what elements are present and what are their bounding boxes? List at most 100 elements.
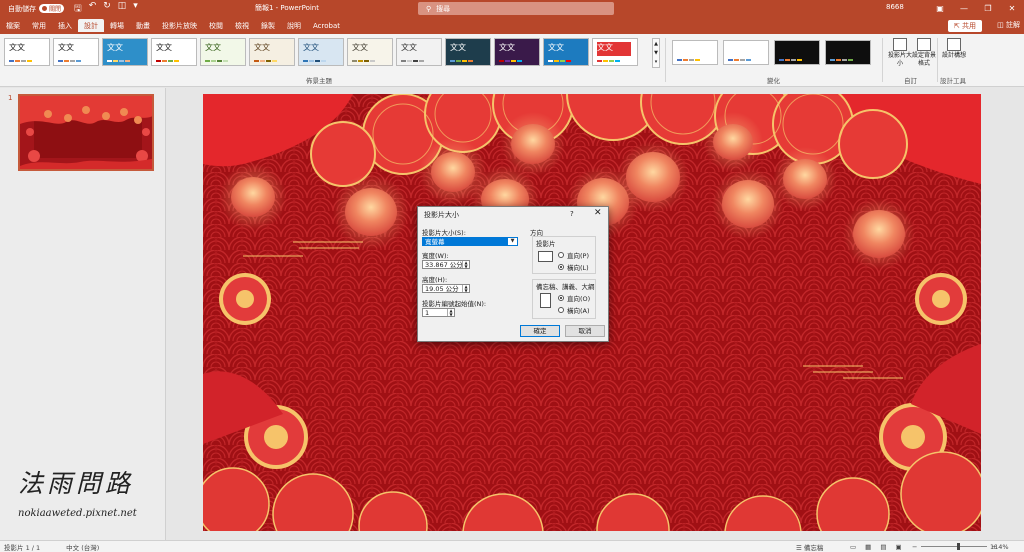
notes-button[interactable]: ☰ 備忘稿	[796, 542, 823, 552]
theme-thumbnail[interactable]: 文文	[494, 38, 540, 66]
cancel-button[interactable]: 取消	[565, 325, 605, 337]
tab-2[interactable]: 插入	[52, 19, 78, 34]
ok-button[interactable]: 確定	[520, 325, 560, 337]
share-button[interactable]: ⇱ 共用	[947, 20, 982, 32]
present-icon[interactable]: ◫	[118, 1, 127, 17]
ribbon-tabs: 檔案 常用 插入 設計 轉場 動畫 投影片放映 校閱 檢視 錄製 說明 Acrobat	[0, 17, 1024, 34]
variant-thumbnail[interactable]	[672, 40, 718, 65]
tab-1[interactable]: 常用	[26, 19, 52, 34]
theme-thumbnail[interactable]: 文文	[4, 38, 50, 66]
slide-thumbnail[interactable]	[18, 94, 154, 171]
variant-thumbnail[interactable]	[723, 40, 769, 65]
tab-9[interactable]: 錄製	[255, 19, 281, 34]
theme-sample-text: 文文	[9, 43, 25, 52]
minimize-button[interactable]: —	[952, 0, 976, 17]
notes-landscape-radio[interactable]: 橫向(A)	[558, 305, 590, 315]
user-name[interactable]: 8668	[886, 3, 904, 11]
theme-sample-text: 文文	[58, 43, 74, 52]
help-button[interactable]: ?	[570, 210, 574, 218]
tab-0[interactable]: 檔案	[0, 19, 26, 34]
save-icon[interactable]: 🖫	[74, 1, 82, 17]
design-ideas-button[interactable]: 設計構想	[941, 38, 967, 60]
ribbon-display-icon[interactable]: ▣	[928, 0, 952, 17]
tab-3[interactable]: 設計	[78, 19, 104, 34]
theme-thumbnail[interactable]: 文文	[445, 38, 491, 66]
dialog-close-button[interactable]: ✕	[594, 208, 602, 218]
watermark-chinese: 法雨問路	[18, 469, 135, 498]
height-spinner[interactable]: 19.05 公分 ▲ ▼	[422, 284, 470, 293]
view-button-0[interactable]: ▭	[850, 543, 856, 551]
designer-group-label: 設計工具	[940, 77, 966, 85]
scroll-up-icon[interactable]: ▲	[654, 41, 658, 47]
tab-6[interactable]: 投影片放映	[156, 19, 203, 34]
more-icon[interactable]: ▾	[655, 59, 658, 65]
theme-thumbnail[interactable]: 文文	[396, 38, 442, 66]
chevron-down-icon[interactable]: ▼	[508, 238, 517, 245]
notes-label: 備忘稿、講義、大綱	[536, 283, 595, 291]
close-button[interactable]: ✕	[1000, 0, 1024, 17]
tab-7[interactable]: 校閱	[203, 19, 229, 34]
zoom-out-button[interactable]: −	[912, 543, 917, 551]
theme-thumbnail[interactable]: 文文	[347, 38, 393, 66]
document-title: 簡報1 - PowerPoint	[255, 4, 319, 12]
view-button-1[interactable]: ▦	[865, 543, 871, 551]
theme-thumbnail[interactable]: 文文	[151, 38, 197, 66]
slide-size-for-label: 投影片大小(S):	[422, 229, 466, 237]
zoom-slider[interactable]: − +	[912, 543, 997, 551]
variant-thumbnail[interactable]	[774, 40, 820, 65]
theme-thumbnail[interactable]: 文文	[298, 38, 344, 66]
tab-8[interactable]: 檢視	[229, 19, 255, 34]
theme-sample-text: 文文	[352, 43, 368, 52]
notes-portrait-radio[interactable]: 直向(O)	[558, 293, 590, 303]
autosave[interactable]: 自動儲存 關閉	[8, 4, 65, 14]
zoom-level[interactable]: 114%	[990, 543, 1009, 551]
spin-icon[interactable]: ▲ ▼	[462, 285, 469, 292]
undo-icon[interactable]: ↶	[89, 1, 97, 17]
tab-10[interactable]: 說明	[281, 19, 307, 34]
autosave-toggle[interactable]: 關閉	[39, 4, 65, 13]
height-label: 高度(H):	[422, 276, 448, 284]
scroll-down-icon[interactable]: ▼	[654, 50, 658, 56]
theme-thumbnail[interactable]: 文文	[200, 38, 246, 66]
search-box[interactable]: ⚲ 搜尋	[418, 2, 614, 15]
spin-icon[interactable]: ▲ ▼	[447, 309, 454, 316]
width-label: 寬度(W):	[422, 252, 449, 260]
variants-group-label: 變化	[767, 77, 780, 85]
zoom-slider-thumb[interactable]	[957, 543, 961, 550]
restore-button[interactable]: ❐	[976, 0, 1000, 17]
slides-landscape-radio[interactable]: 橫向(L)	[558, 262, 589, 272]
theme-sample-text: 文文	[303, 43, 319, 52]
slide-size-button[interactable]: 投影片大小	[887, 38, 913, 68]
tab-4[interactable]: 轉場	[104, 19, 130, 34]
slide-size-select[interactable]: 寬螢幕 ▼	[422, 237, 518, 246]
tab-5[interactable]: 動畫	[130, 19, 156, 34]
slides-portrait-radio[interactable]: 直向(P)	[558, 250, 589, 260]
theme-thumbnail[interactable]: 文文	[249, 38, 295, 66]
view-button-3[interactable]: ▣	[895, 543, 901, 551]
number-from-spinner[interactable]: 1 ▲ ▼	[422, 308, 455, 317]
tab-11[interactable]: Acrobat	[307, 19, 346, 34]
theme-thumbnail[interactable]: 文文	[53, 38, 99, 66]
theme-sample-text: 文文	[499, 43, 515, 52]
format-background-icon	[917, 38, 931, 51]
view-buttons: ▭ ▦ ▤ ▣	[850, 543, 902, 551]
view-button-2[interactable]: ▤	[880, 543, 886, 551]
search-icon: ⚲	[426, 4, 432, 13]
themes-gallery-scroll[interactable]: ▲ ▼ ▾	[652, 38, 660, 68]
language-indicator[interactable]: 中文 (台灣)	[66, 542, 99, 552]
spin-icon[interactable]: ▲ ▼	[462, 261, 469, 268]
design-ideas-icon	[947, 38, 961, 51]
variant-thumbnail[interactable]	[825, 40, 871, 65]
portrait-icon	[540, 293, 551, 308]
redo-icon[interactable]: ↻	[103, 1, 111, 17]
width-spinner[interactable]: 33.867 公分 ▲ ▼	[422, 260, 470, 269]
slide-size-dialog: 投影片大小 ? ✕ 投影片大小(S): 寬螢幕 ▼ 寬度(W): 33.867 …	[417, 206, 609, 342]
themes-group-label: 佈景主題	[306, 77, 332, 85]
theme-thumbnail[interactable]: 文文	[102, 38, 148, 66]
customize-group-label: 自訂	[904, 77, 917, 85]
comments-button[interactable]: ◫ 註解	[997, 20, 1020, 30]
theme-thumbnail[interactable]: 文文	[592, 38, 638, 66]
format-background-button[interactable]: 設定背景格式	[911, 38, 937, 68]
theme-thumbnail[interactable]: 文文	[543, 38, 589, 66]
customize-qat-icon[interactable]: ▾	[133, 1, 138, 17]
